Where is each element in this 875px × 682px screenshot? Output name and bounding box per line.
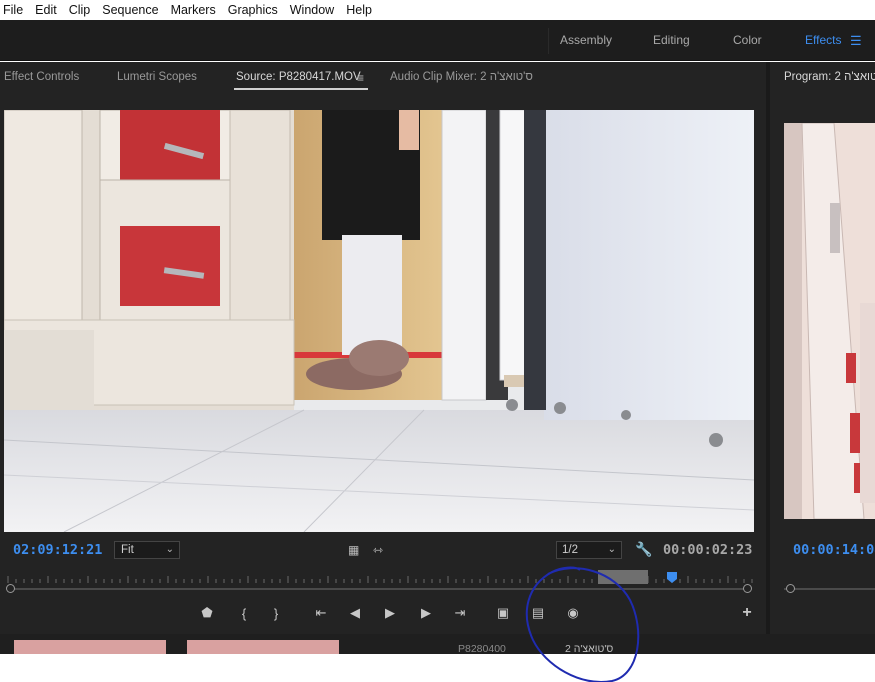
playback-resolution-value: 1/2 [562, 544, 578, 556]
source-video-frame[interactable] [4, 110, 754, 532]
insert-button[interactable]: ▣ [492, 602, 514, 624]
overwrite-button[interactable]: ▤ [527, 602, 549, 624]
menu-file[interactable]: File [0, 0, 29, 20]
source-monitor-panel: Effect Controls Lumetri Scopes Source: P… [0, 62, 766, 634]
add-marker-button[interactable]: ⬟ [196, 602, 218, 624]
chevron-down-icon: ⌄ [165, 544, 174, 555]
menu-clip[interactable]: Clip [63, 0, 97, 20]
hamburger-icon[interactable]: ☰ [850, 33, 862, 49]
video-frame-image [4, 110, 754, 532]
chevron-down-icon: ⌄ [607, 544, 616, 555]
workspace-tab-editing[interactable]: Editing [653, 33, 690, 47]
program-frame-image [784, 123, 875, 519]
mark-in-button[interactable]: { [233, 602, 255, 624]
scrollbar-left-handle[interactable] [6, 584, 15, 593]
program-scrollbar-handle[interactable] [786, 584, 795, 593]
clip-thumbnail[interactable] [187, 640, 339, 654]
menu-graphics[interactable]: Graphics [222, 0, 284, 20]
zoom-level-value: Fit [121, 544, 134, 556]
workspace-tab-color[interactable]: Color [733, 33, 762, 47]
source-duration-timecode: 00:00:02:23 [663, 542, 753, 558]
workspace-divider [548, 28, 549, 54]
step-back-button[interactable]: ◀ [344, 602, 366, 624]
scrollbar-right-handle[interactable] [743, 584, 752, 593]
menu-help[interactable]: Help [340, 0, 378, 20]
play-button[interactable]: ▶ [379, 602, 401, 624]
button-editor-add-icon[interactable]: + [736, 602, 758, 624]
program-scrollbar[interactable] [784, 588, 875, 590]
menu-bar: File Edit Clip Sequence Markers Graphics… [0, 0, 875, 20]
transport-controls: ⬟ { } ⇤ ◀ ▶ ▶ ⇥ ▣ ▤ ◉ + [0, 602, 766, 626]
program-video-frame[interactable] [784, 123, 875, 519]
source-playhead-timecode[interactable]: 02:09:12:21 [13, 542, 102, 558]
menu-markers[interactable]: Markers [165, 0, 222, 20]
tab-menu-icon[interactable]: ≡ [357, 71, 364, 85]
insert-overwrite-icon[interactable]: ▦ [348, 543, 359, 557]
time-ruler[interactable] [4, 570, 754, 584]
tab-effect-controls[interactable]: Effect Controls [4, 71, 79, 83]
tab-lumetri-scopes[interactable]: Lumetri Scopes [117, 71, 197, 83]
zoom-level-select[interactable]: Fit ⌄ [114, 541, 180, 559]
program-playhead-timecode[interactable]: 00:00:14:04 [793, 542, 875, 558]
tab-audio-clip-mixer[interactable]: Audio Clip Mixer: 2 ס'טואצ'ה [390, 71, 533, 83]
active-tab-indicator [234, 88, 368, 90]
zoom-scrollbar[interactable] [10, 588, 748, 590]
tab-source[interactable]: Source: P8280417.MOV [236, 71, 361, 83]
camera-icon[interactable]: ◉ [562, 602, 584, 624]
wrench-icon[interactable]: 🔧 [635, 541, 652, 558]
drag-video-audio-icon[interactable]: ⇿ [373, 543, 383, 557]
workspace-tab-assembly[interactable]: Assembly [560, 33, 612, 47]
workspace-tab-effects[interactable]: Effects [805, 33, 841, 47]
step-forward-button[interactable]: ▶ [415, 602, 437, 624]
source-panel-tabs: Effect Controls Lumetri Scopes Source: P… [0, 62, 766, 92]
playback-resolution-select[interactable]: 1/2 ⌄ [556, 541, 622, 559]
go-to-in-button[interactable]: ⇤ [310, 602, 332, 624]
menu-sequence[interactable]: Sequence [96, 0, 164, 20]
go-to-out-button[interactable]: ⇥ [449, 602, 471, 624]
playhead-marker [667, 572, 677, 583]
menu-window[interactable]: Window [284, 0, 340, 20]
menu-edit[interactable]: Edit [29, 0, 63, 20]
workspace-bar: Assembly Editing Color Effects ☰ [0, 20, 875, 61]
tab-program[interactable]: Program: 2 ס'טואצ'ה [784, 71, 875, 83]
window-bottom-area [0, 654, 875, 682]
clip-thumbnail[interactable] [14, 640, 166, 654]
program-monitor-panel: Program: 2 ס'טואצ'ה 00:00:14:04 [770, 62, 875, 634]
mark-out-button[interactable]: } [265, 602, 287, 624]
